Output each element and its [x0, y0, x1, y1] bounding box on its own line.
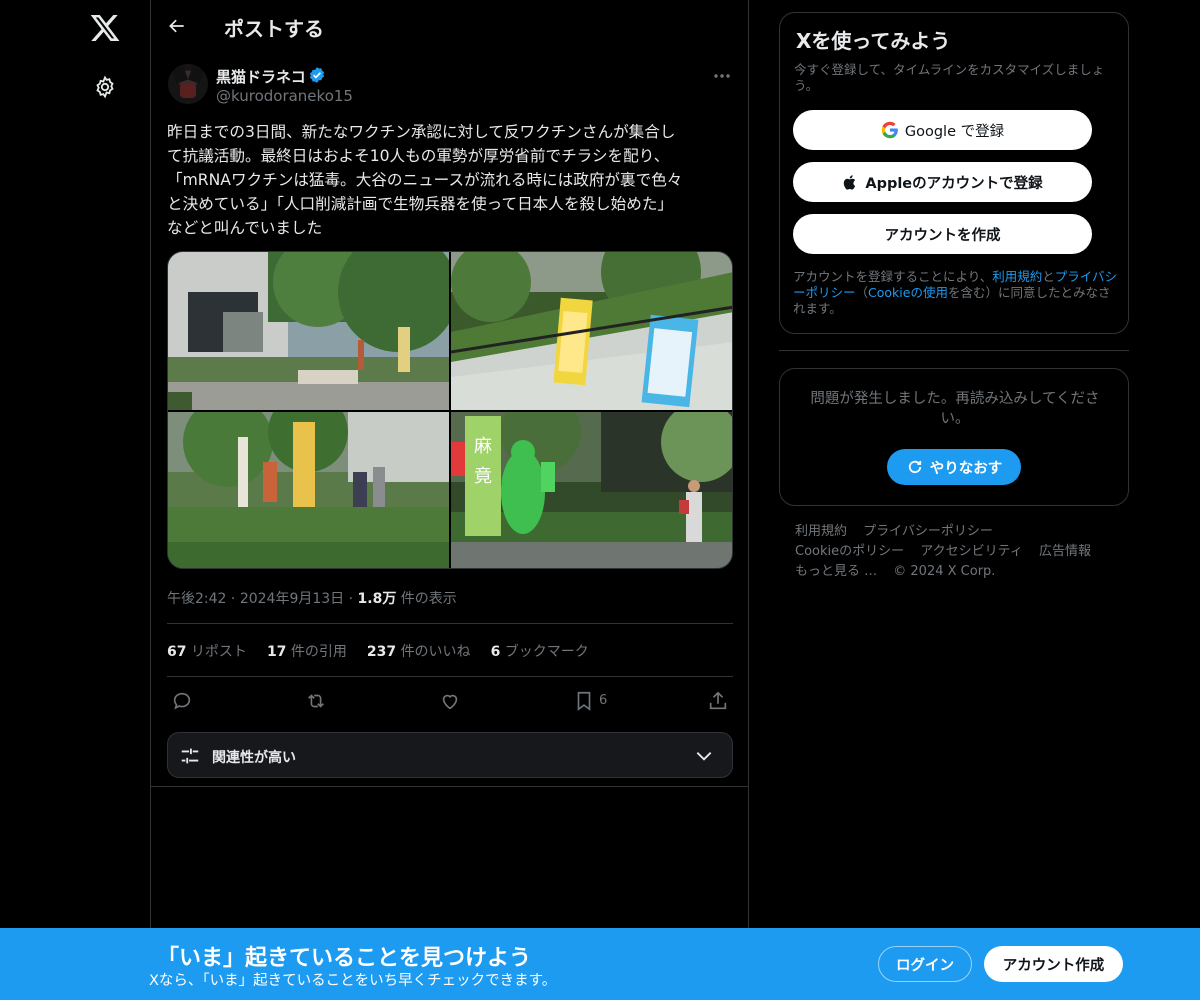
tweet-text-line: 昨日までの3日間、新たなワクチン承認に対して反ワクチンさんが集合し	[167, 123, 676, 141]
tweet-stats: 67 リポスト 17 件の引用 237 件のいいね 6 ブックマーク	[167, 641, 589, 661]
tweet-text: 昨日までの3日間、新たなワクチン承認に対して反ワクチンさんが集合し て抗議活動。…	[167, 120, 733, 240]
display-name[interactable]: 黒猫ドラネコ	[216, 66, 306, 87]
tweet-meta: 午後2:42 · 2024年9月13日 · 1.8万 件の表示	[167, 591, 457, 607]
more-icon[interactable]	[711, 66, 733, 86]
tweet-text-line: などと叫んでいました	[167, 219, 323, 237]
apple-icon	[844, 174, 856, 190]
banner-title: 「いま」起きていることを見つけよう	[157, 946, 532, 971]
footer-link-privacy[interactable]: プライバシーポリシー	[863, 524, 993, 539]
login-banner: 「いま」起きていることを見つけよう Xなら、「いま」起きていることをいち早くチェ…	[0, 928, 1200, 1000]
error-card: 問題が発生しました。再読み込みしてください。 やりなおす	[779, 368, 1129, 506]
banner-subtitle: Xなら、「いま」起きていることをいち早くチェックできます。	[149, 973, 557, 989]
retry-label: やりなおす	[929, 460, 1003, 477]
avatar[interactable]	[168, 64, 208, 104]
footer-links: 利用規約 プライバシーポリシー Cookieのポリシー アクセシビリティ 広告情…	[795, 522, 1125, 582]
terms-link[interactable]: 利用規約	[992, 269, 1042, 284]
tweet-actions: 6	[167, 688, 733, 716]
gear-icon[interactable]	[93, 75, 117, 99]
footer-link-more[interactable]: もっと見る …	[795, 564, 877, 579]
divider	[151, 786, 749, 787]
like-icon[interactable]	[439, 690, 461, 712]
copyright: © 2024 X Corp.	[893, 564, 996, 579]
photo-sign-char: 麻	[474, 436, 492, 457]
terms-prefix: アカウントを登録することにより、	[793, 269, 993, 284]
tweet-text-line: 「mRNAワクチンは猛毒。大谷のニュースが流れる時には政府が裏で色々	[167, 171, 683, 189]
footer-link-terms[interactable]: 利用規約	[795, 524, 847, 539]
repost-icon[interactable]	[305, 690, 327, 712]
signup-button[interactable]: アカウント作成	[984, 946, 1123, 982]
divider	[779, 350, 1129, 351]
photo-2[interactable]	[451, 252, 733, 410]
photo-1[interactable]	[168, 252, 449, 410]
like-stat[interactable]: 237 件のいいね	[367, 641, 471, 661]
footer-link-accessibility[interactable]: アクセシビリティ	[920, 544, 1023, 559]
terms-paren: （	[855, 285, 869, 300]
bookmark-stat[interactable]: 6 ブックマーク	[491, 641, 589, 661]
photo-sign-char: 竟	[474, 466, 492, 487]
footer-link-cookie[interactable]: Cookieのポリシー	[795, 544, 904, 559]
google-signup-button[interactable]: Google で登録	[793, 110, 1092, 150]
left-nav	[0, 0, 150, 1000]
tweet-date[interactable]: 2024年9月13日	[240, 591, 344, 607]
apple-signup-button[interactable]: Appleのアカウントで登録	[793, 162, 1092, 202]
x-logo-icon[interactable]	[89, 12, 121, 44]
bookmark-count: 6	[599, 693, 608, 708]
main-column: ポストする 黒猫ドラネコ @kurodoraneko15 昨日までの3日間、新た…	[150, 0, 749, 1000]
share-icon[interactable]	[707, 690, 729, 712]
retry-button[interactable]: やりなおす	[887, 449, 1021, 485]
terms-and: と	[1042, 269, 1055, 284]
photo-grid: 麻 竟	[167, 251, 733, 569]
error-message: 問題が発生しました。再読み込みしてください。	[810, 391, 1100, 427]
user-handle[interactable]: @kurodoraneko15	[216, 87, 353, 105]
back-arrow-icon[interactable]	[167, 16, 187, 36]
create-account-button[interactable]: アカウントを作成	[793, 214, 1092, 254]
reply-icon[interactable]	[171, 690, 193, 712]
chevron-down-icon	[696, 752, 712, 761]
login-button[interactable]: ログイン	[878, 946, 972, 982]
google-signup-label: Google で登録	[904, 123, 1005, 140]
cookie-link[interactable]: Cookieの使用	[868, 285, 948, 300]
divider	[167, 623, 733, 624]
refresh-icon	[908, 460, 921, 474]
tweet-time[interactable]: 午後2:42	[167, 591, 226, 607]
terms-text: アカウントを登録することにより、利用規約とプライバシーポリシー（Cookieの使…	[793, 269, 1118, 317]
photo-3[interactable]	[168, 412, 449, 569]
verified-icon	[309, 67, 325, 83]
signup-subtitle: 今すぐ登録して、タイムラインをカスタマイズしましょう。	[794, 62, 1105, 93]
sliders-icon	[181, 748, 199, 764]
create-account-label: アカウントを作成	[884, 227, 1001, 244]
signup-title: Xを使ってみよう	[796, 29, 951, 53]
bookmark-icon[interactable]	[573, 690, 595, 712]
repost-stat[interactable]: 67 リポスト	[167, 641, 247, 661]
google-icon	[881, 121, 898, 139]
view-label: 件の表示	[400, 591, 457, 607]
sort-replies-dropdown[interactable]: 関連性が高い	[167, 732, 733, 778]
divider	[167, 676, 733, 677]
tweet-text-line: と決めている」「人口削減計画で生物兵器を使って日本人を殺し始めた」	[167, 195, 674, 213]
page-title: ポストする	[224, 17, 324, 41]
apple-signup-label: Appleのアカウントで登録	[865, 175, 1043, 192]
quote-stat[interactable]: 17 件の引用	[267, 641, 347, 661]
sort-label: 関連性が高い	[212, 750, 296, 766]
signup-card: Xを使ってみよう 今すぐ登録して、タイムラインをカスタマイズしましょう。 Goo…	[779, 12, 1129, 334]
view-count: 1.8万	[357, 591, 397, 607]
footer-link-ads[interactable]: 広告情報	[1039, 544, 1091, 559]
page-header: ポストする	[151, 0, 749, 53]
tweet-text-line: て抗議活動。最終日はおよそ10人もの軍勢が厚労省前でチラシを配り、	[167, 147, 670, 165]
photo-4[interactable]: 麻 竟	[451, 412, 733, 569]
